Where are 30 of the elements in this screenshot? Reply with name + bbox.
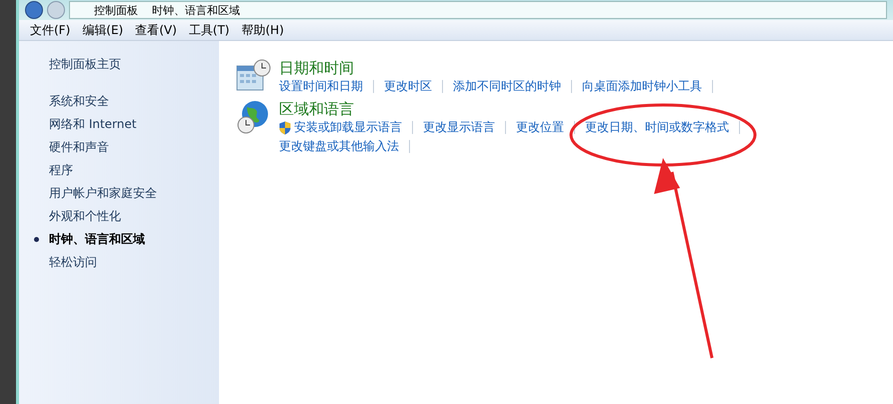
menu-item[interactable]: 帮助(H): [236, 22, 289, 38]
task-link[interactable]: 添加不同时区的时钟: [453, 78, 561, 95]
breadcrumb[interactable]: 控制面板: [94, 2, 138, 18]
breadcrumb[interactable]: 时钟、语言和区域: [152, 2, 240, 18]
sidebar-home-link[interactable]: 控制面板主页: [49, 56, 219, 73]
sidebar-item[interactable]: 外观和个性化: [49, 208, 121, 225]
sidebar-item[interactable]: 时钟、语言和区域: [49, 231, 145, 248]
sidebar-item[interactable]: 系统和安全: [49, 93, 109, 110]
category-title-link[interactable]: 日期和时间: [279, 58, 759, 78]
sidebar-item[interactable]: 轻松访问: [49, 254, 97, 271]
task-link[interactable]: 安装或卸载显示语言: [294, 119, 402, 136]
menu-item[interactable]: 查看(V): [130, 22, 182, 38]
sidebar-item[interactable]: 硬件和声音: [49, 139, 109, 156]
task-link[interactable]: 更改键盘或其他输入法: [279, 138, 399, 155]
task-link[interactable]: 向桌面添加时钟小工具: [582, 78, 702, 95]
sidebar-item[interactable]: 网络和 Internet: [49, 116, 136, 133]
task-link[interactable]: 更改时区: [384, 78, 432, 95]
category-title-link[interactable]: 区域和语言: [279, 99, 759, 119]
sidebar-item[interactable]: 用户帐户和家庭安全: [49, 185, 157, 202]
task-link[interactable]: 更改位置: [516, 119, 564, 136]
task-link[interactable]: 更改日期、时间或数字格式: [585, 119, 729, 136]
globe-clock-icon: [235, 99, 271, 135]
address-field[interactable]: 控制面板 时钟、语言和区域: [69, 1, 887, 19]
back-button[interactable]: [25, 1, 43, 19]
menu-item[interactable]: 文件(F): [25, 22, 76, 38]
sidebar-item[interactable]: 程序: [49, 162, 73, 179]
task-link[interactable]: 设置时间和日期: [279, 78, 363, 95]
menu-item[interactable]: 编辑(E): [77, 22, 128, 38]
task-link[interactable]: 更改显示语言: [423, 119, 495, 136]
menu-item[interactable]: 工具(T): [184, 22, 234, 38]
